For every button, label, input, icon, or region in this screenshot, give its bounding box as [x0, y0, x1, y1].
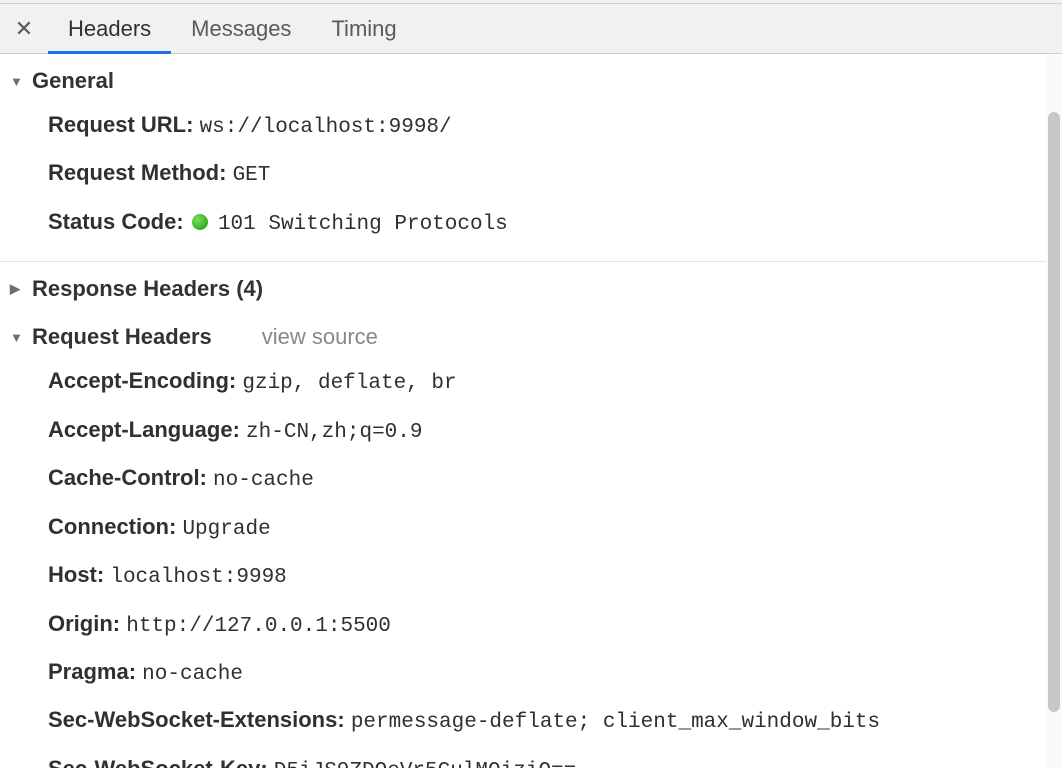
section-title: Request Headers	[32, 324, 212, 350]
general-row: Status Code: 101 Switching Protocols	[48, 199, 1062, 247]
field-value: zh-CN,zh;q=0.9	[246, 421, 422, 444]
chevron-down-icon: ▼	[10, 74, 24, 89]
request-header-row: Pragma: no-cache	[48, 649, 1062, 697]
headers-panel: ▼ General Request URL: ws://localhost:99…	[0, 54, 1062, 768]
status-dot-icon	[192, 214, 208, 230]
general-row: Request URL: ws://localhost:9998/	[48, 102, 1062, 150]
request-header-row: Origin: http://127.0.0.1:5500	[48, 601, 1062, 649]
field-label: Pragma:	[48, 659, 136, 684]
field-value: localhost:9998	[110, 566, 286, 589]
section-request-headers-body: Accept-Encoding: gzip, deflate, br Accep…	[0, 358, 1062, 768]
section-count: (4)	[236, 276, 263, 301]
field-value: permessage-deflate; client_max_window_bi…	[351, 711, 880, 734]
close-icon[interactable]: ✕	[0, 4, 48, 53]
section-title: General	[32, 68, 114, 94]
tabs-container: Headers Messages Timing	[48, 4, 417, 53]
section-title-text: Response Headers	[32, 276, 230, 301]
field-label: Status Code:	[48, 209, 184, 234]
field-label: Sec-WebSocket-Extensions:	[48, 707, 345, 732]
field-value: 101 Switching Protocols	[218, 213, 508, 236]
field-label: Accept-Encoding:	[48, 368, 236, 393]
tab-messages[interactable]: Messages	[171, 4, 311, 53]
field-label: Origin:	[48, 611, 120, 636]
scrollbar-thumb[interactable]	[1048, 112, 1060, 712]
tab-headers[interactable]: Headers	[48, 4, 171, 53]
field-value: no-cache	[213, 469, 314, 492]
request-header-row: Sec-WebSocket-Extensions: permessage-def…	[48, 697, 1062, 745]
request-header-row: Sec-WebSocket-Key: D5iJS9ZDOeVr5CulMQizi…	[48, 746, 1062, 768]
chevron-right-icon: ▶	[10, 281, 24, 297]
tab-timing[interactable]: Timing	[311, 4, 416, 53]
field-value: gzip, deflate, br	[242, 372, 456, 395]
field-label: Accept-Language:	[48, 417, 240, 442]
field-label: Request URL:	[48, 112, 193, 137]
section-general-body: Request URL: ws://localhost:9998/ Reques…	[0, 102, 1062, 261]
field-label: Host:	[48, 562, 104, 587]
field-label: Sec-WebSocket-Key:	[48, 756, 268, 768]
request-header-row: Cache-Control: no-cache	[48, 455, 1062, 503]
field-value: no-cache	[142, 663, 243, 686]
scrollbar-track[interactable]	[1046, 54, 1062, 768]
request-header-row: Host: localhost:9998	[48, 552, 1062, 600]
section-general-header[interactable]: ▼ General	[0, 54, 1062, 102]
general-row: Request Method: GET	[48, 150, 1062, 198]
field-value: D5iJS9ZDOeVr5CulMQiziQ==	[274, 760, 576, 768]
request-header-row: Accept-Encoding: gzip, deflate, br	[48, 358, 1062, 406]
field-label: Cache-Control:	[48, 465, 207, 490]
field-value: ws://localhost:9998/	[200, 116, 452, 139]
tab-bar: ✕ Headers Messages Timing	[0, 4, 1062, 54]
field-value: GET	[233, 164, 271, 187]
field-label: Request Method:	[48, 160, 226, 185]
request-header-row: Connection: Upgrade	[48, 504, 1062, 552]
request-header-row: Accept-Language: zh-CN,zh;q=0.9	[48, 407, 1062, 455]
field-value: Upgrade	[182, 518, 270, 541]
field-value: http://127.0.0.1:5500	[126, 615, 391, 638]
section-title: Response Headers (4)	[32, 276, 263, 302]
view-source-link[interactable]: view source	[262, 324, 378, 350]
section-request-headers-header[interactable]: ▼ Request Headers view source	[0, 310, 1062, 358]
section-response-headers-header[interactable]: ▶ Response Headers (4)	[0, 262, 1062, 310]
chevron-down-icon: ▼	[10, 330, 24, 345]
field-label: Connection:	[48, 514, 176, 539]
